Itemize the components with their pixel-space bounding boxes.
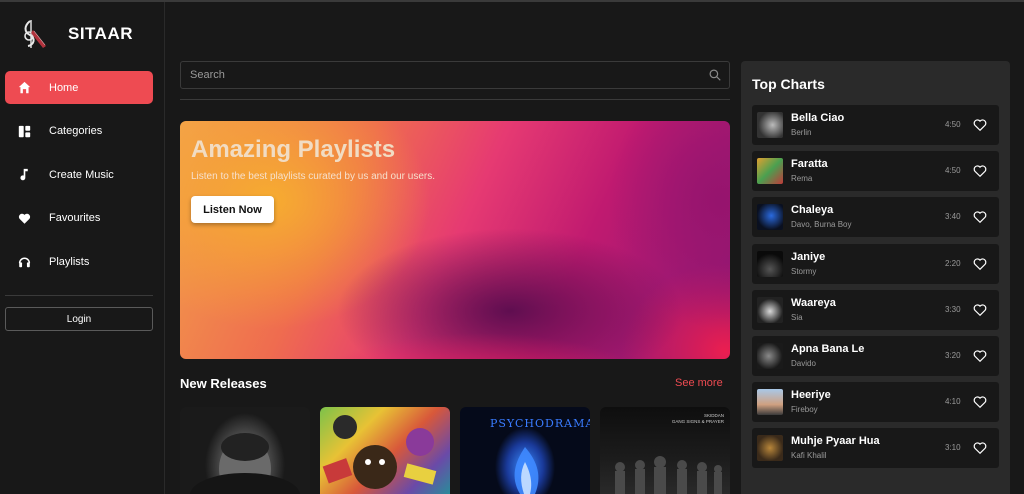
listen-now-button[interactable]: Listen Now	[191, 196, 274, 223]
song-thumbnail	[757, 250, 783, 277]
brand[interactable]: SITAAR	[18, 18, 133, 50]
release-cover-image	[514, 447, 539, 494]
song-title: Chaleya	[791, 204, 834, 217]
sidebar-item-playlists[interactable]: Playlists	[5, 245, 153, 278]
chart-row[interactable]: Apna Bana Le Davido 3:20	[752, 335, 999, 376]
song-thumbnail	[757, 112, 783, 138]
song-artist: Davo, Burna Boy	[791, 220, 852, 230]
sidebar-nav: Home Categories Create Music Favourites …	[5, 71, 153, 289]
sidebar-item-home[interactable]: Home	[5, 71, 153, 104]
favourite-heart-icon[interactable]	[972, 163, 988, 179]
song-duration: 2:20	[945, 258, 961, 268]
song-title: Janiye	[791, 250, 826, 263]
sidebar-item-label: Favourites	[49, 212, 101, 224]
sidebar-item-label: Home	[49, 81, 79, 94]
release-card-1[interactable]	[180, 407, 310, 494]
favourite-heart-icon[interactable]	[972, 256, 988, 272]
song-duration: 4:10	[945, 397, 961, 407]
favourite-heart-icon[interactable]	[972, 394, 988, 410]
favourite-heart-icon[interactable]	[972, 302, 988, 318]
release-card-2[interactable]	[320, 407, 450, 494]
song-artist: Davido	[791, 358, 816, 368]
sidebar-item-label: Create Music	[49, 168, 114, 181]
hero-banner: Amazing Playlists Listen to the best pla…	[180, 121, 730, 359]
song-thumbnail	[757, 204, 783, 231]
song-title: Muhje Pyaar Hua	[791, 435, 880, 448]
search-icon[interactable]	[701, 61, 729, 89]
song-thumbnail	[757, 342, 783, 369]
new-releases-title: New Releases	[180, 376, 267, 391]
song-artist: Fireboy	[791, 405, 818, 415]
sidebar-item-favourites[interactable]: Favourites	[5, 202, 153, 235]
brand-name: SITAAR	[68, 24, 134, 43]
song-artist: Kafi Khalil	[791, 451, 827, 461]
chart-row[interactable]: Janiye Stormy 2:20	[752, 243, 999, 284]
song-duration: 3:10	[945, 443, 961, 453]
sitaar-logo-icon	[24, 20, 46, 48]
categories-icon	[17, 124, 32, 139]
release-cover-image	[190, 433, 300, 494]
song-thumbnail	[757, 389, 783, 416]
hero-subtitle: Listen to the best playlists curated by …	[191, 171, 436, 182]
sidebar-item-create-music[interactable]: Create Music	[5, 158, 153, 191]
top-charts-list: Bella Ciao Berlin 4:50 Faratta Rema 4:50…	[752, 105, 999, 475]
top-charts-panel: Top Charts Bella Ciao Berlin 4:50 Faratt…	[741, 61, 1010, 494]
chart-row[interactable]: Heeriye Fireboy 4:10	[752, 382, 999, 423]
sidebar-divider	[5, 295, 153, 296]
song-duration: 4:50	[945, 120, 961, 129]
song-duration: 3:20	[945, 350, 961, 360]
sidebar-item-label: Categories	[49, 125, 103, 137]
search-divider	[180, 99, 730, 100]
song-thumbnail	[757, 158, 783, 185]
song-artist: Berlin	[791, 128, 812, 137]
song-title: Waareya	[791, 296, 836, 309]
search-bar	[180, 61, 730, 89]
release-cover-image	[615, 456, 722, 494]
song-title: Heeriye	[791, 389, 831, 402]
favourite-heart-icon[interactable]	[972, 440, 988, 456]
search-input[interactable]	[181, 69, 701, 81]
release-cover-image	[322, 415, 437, 489]
chart-row[interactable]: Chaleya Davo, Burna Boy 3:40	[752, 197, 999, 238]
see-more-link[interactable]: See more	[675, 377, 723, 389]
favourite-heart-icon[interactable]	[972, 209, 988, 225]
favourite-heart-icon[interactable]	[972, 348, 988, 364]
sidebar-item-categories[interactable]: Categories	[5, 115, 153, 148]
song-artist: Sia	[791, 312, 803, 322]
song-thumbnail	[757, 296, 783, 323]
chart-row[interactable]: Faratta Rema 4:50	[752, 151, 999, 192]
music-note-icon	[17, 167, 32, 182]
hero-title: Amazing Playlists	[191, 136, 396, 163]
chart-row[interactable]: Muhje Pyaar Hua Kafi Khalil 3:10	[752, 428, 999, 469]
song-title: Apna Bana Le	[791, 342, 865, 355]
song-duration: 4:50	[945, 166, 961, 176]
release-card-4[interactable]: SKIDDAN GANG SIGNS & PRAYER	[600, 407, 730, 494]
song-title: Faratta	[791, 158, 828, 171]
song-thumbnail	[757, 435, 783, 462]
heart-icon	[17, 211, 32, 226]
chart-row[interactable]: Bella Ciao Berlin 4:50	[752, 105, 999, 145]
song-duration: 3:40	[945, 212, 961, 222]
home-icon	[17, 80, 32, 95]
song-artist: Rema	[791, 174, 813, 184]
headphones-icon	[17, 254, 32, 269]
top-charts-title: Top Charts	[752, 76, 825, 92]
sidebar-item-label: Playlists	[49, 255, 90, 268]
login-button[interactable]: Login	[5, 307, 153, 331]
release-card-3[interactable]: PSYCHODRAMA	[460, 407, 590, 494]
song-title: Bella Ciao	[791, 112, 845, 124]
favourite-heart-icon[interactable]	[972, 117, 988, 133]
song-artist: Stormy	[791, 266, 817, 276]
sidebar: SITAAR Home Categories Create Music Favo…	[0, 2, 165, 494]
chart-row[interactable]: Waareya Sia 3:30	[752, 289, 999, 330]
song-duration: 3:30	[945, 304, 961, 314]
